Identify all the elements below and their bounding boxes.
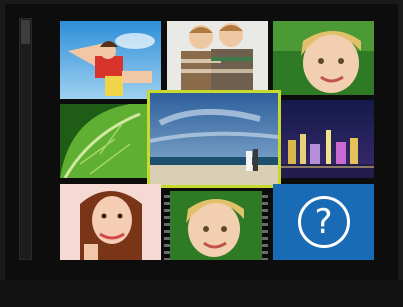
thumbnail-girl-video[interactable] (164, 191, 268, 260)
thumbnail-night-city[interactable] (280, 100, 374, 178)
thumbnail-twin-boys[interactable] (167, 21, 268, 91)
thumbnail-girl-portrait-green[interactable] (273, 21, 374, 95)
photo-icon (167, 21, 268, 91)
video-icon (164, 191, 268, 260)
thumbnail-unknown-file[interactable]: ? (273, 184, 374, 260)
scrollbar[interactable] (19, 18, 32, 260)
photo-icon (273, 21, 374, 95)
photo-icon (280, 100, 374, 178)
bottom-strip (0, 280, 403, 307)
question-mark-icon: ? (297, 196, 350, 248)
film-strip-edge (164, 191, 170, 260)
scrollbar-thumb[interactable] (21, 20, 30, 44)
photo-icon (150, 93, 278, 185)
thumbnail-smiling-woman[interactable] (60, 184, 161, 260)
selected-thumbnail-frame[interactable] (147, 90, 281, 188)
film-strip-edge (262, 191, 268, 260)
photo-icon (60, 104, 150, 178)
thumbnail-girls-in-sky[interactable] (60, 21, 161, 99)
thumbnail-green-leaf[interactable] (60, 104, 150, 178)
photo-icon (60, 21, 161, 99)
photo-icon (60, 184, 161, 260)
thumbnail-beach-couple[interactable] (150, 93, 278, 185)
